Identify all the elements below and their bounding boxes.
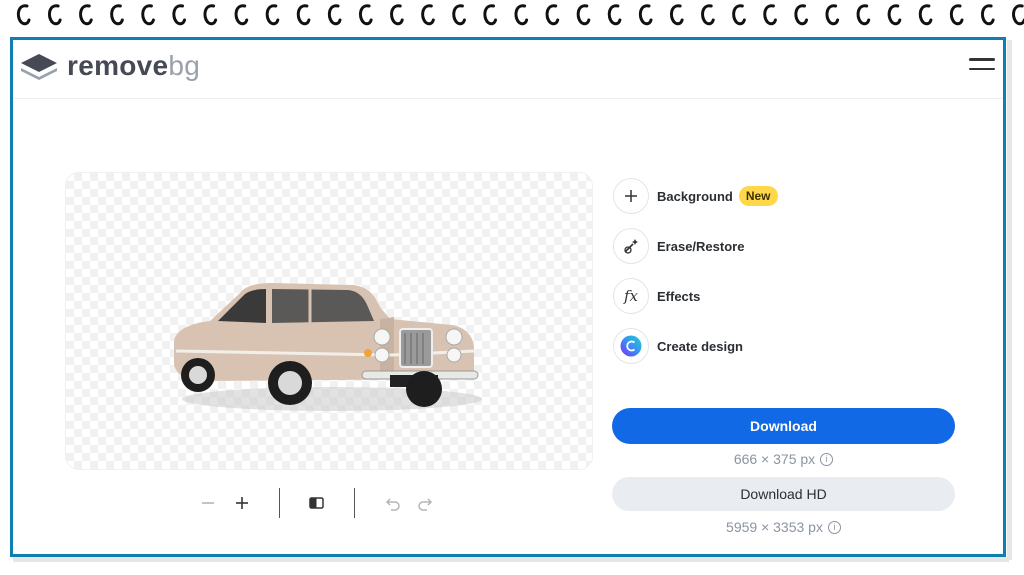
tool-label: Erase/Restore	[657, 238, 745, 254]
toolbar-divider	[354, 488, 355, 518]
binder-ring	[763, 4, 777, 26]
magic-brush-icon	[624, 239, 638, 254]
compare-button[interactable]	[300, 486, 334, 520]
binder-ring	[110, 4, 124, 26]
redo-button[interactable]	[409, 486, 443, 520]
tool-icon-circle	[613, 328, 649, 364]
tool-effects[interactable]: fx Effects	[613, 277, 778, 315]
binder-ring	[421, 4, 435, 26]
download-resolution-text: 666 × 375 px	[733, 451, 816, 467]
binder-ring	[732, 4, 746, 26]
layers-logo-icon	[21, 54, 57, 80]
tool-label: Background	[657, 188, 733, 204]
binder-ring	[825, 4, 840, 26]
redo-icon	[418, 498, 433, 511]
binder-ring	[327, 4, 342, 26]
brand-name-suffix: bg	[168, 50, 201, 81]
binder-ring	[16, 4, 31, 26]
tool-icon-circle	[613, 178, 649, 214]
minus-icon	[202, 502, 214, 504]
binder-ring	[701, 4, 715, 26]
plus-icon	[236, 497, 248, 509]
binder-ring	[514, 4, 529, 26]
binder-ring	[856, 4, 871, 26]
hamburger-icon[interactable]	[969, 58, 995, 78]
zoom-out-button[interactable]	[191, 486, 225, 520]
binder-rings-decoration	[16, 4, 1024, 26]
editor-toolbar	[191, 486, 443, 520]
binder-ring	[203, 4, 218, 26]
tool-background[interactable]: Background New	[613, 177, 778, 215]
binder-ring	[296, 4, 311, 26]
fx-icon: fx	[623, 287, 638, 305]
download-resolution: 666 × 375 px i	[612, 451, 955, 467]
tool-create-design[interactable]: Create design	[613, 327, 778, 365]
download-hd-resolution: 5959 × 3353 px i	[612, 519, 955, 535]
new-badge: New	[738, 186, 778, 206]
binder-ring	[234, 4, 249, 26]
binder-ring	[794, 4, 808, 26]
undo-button[interactable]	[375, 486, 409, 520]
binder-ring	[576, 4, 591, 26]
top-navigation-bar: removebg	[13, 40, 1003, 99]
binder-ring	[607, 4, 622, 26]
binder-ring	[79, 4, 93, 26]
compare-icon	[309, 497, 324, 509]
binder-ring	[980, 4, 995, 26]
tool-icon-circle: fx	[613, 278, 649, 314]
app-window: removebg Background New Erase/Restore fx…	[10, 37, 1006, 557]
binder-ring	[1012, 4, 1024, 26]
undo-icon	[385, 498, 400, 511]
binder-ring	[949, 4, 964, 26]
brand-name-main: remove	[67, 50, 169, 81]
download-button[interactable]: Download	[612, 408, 955, 444]
toolbar-divider	[279, 488, 280, 518]
download-hd-resolution-text: 5959 × 3353 px	[726, 519, 823, 535]
plus-icon	[625, 190, 637, 202]
binder-ring	[265, 4, 280, 26]
binder-ring	[47, 4, 62, 26]
info-icon[interactable]: i	[820, 452, 834, 466]
image-preview-canvas[interactable]	[65, 172, 593, 470]
binder-ring	[141, 4, 155, 26]
binder-ring	[390, 4, 404, 26]
tool-icon-circle	[613, 228, 649, 264]
binder-rings	[0, 0, 1024, 30]
brand-logo[interactable]: removebg	[19, 52, 200, 80]
info-icon[interactable]: i	[827, 520, 841, 534]
frame-shadow-right	[1007, 40, 1012, 560]
zoom-in-button[interactable]	[225, 486, 259, 520]
brand-wordmark: removebg	[67, 52, 200, 80]
binder-ring	[638, 4, 653, 26]
tool-label: Effects	[657, 288, 701, 304]
frame-shadow-bottom	[13, 557, 1009, 562]
binder-ring	[887, 4, 902, 26]
car-image	[174, 283, 482, 411]
binder-ring	[669, 4, 684, 26]
binder-ring	[452, 4, 466, 26]
binder-ring	[918, 4, 933, 26]
canva-icon	[620, 335, 642, 357]
binder-ring	[545, 4, 560, 26]
binder-ring	[172, 4, 186, 26]
binder-ring	[358, 4, 373, 26]
download-hd-button[interactable]: Download HD	[612, 477, 955, 511]
tool-erase-restore[interactable]: Erase/Restore	[613, 227, 778, 265]
binder-ring	[483, 4, 497, 26]
tool-label: Create design	[657, 338, 743, 354]
edit-tools-list: Background New Erase/Restore fx Effects	[613, 177, 778, 377]
